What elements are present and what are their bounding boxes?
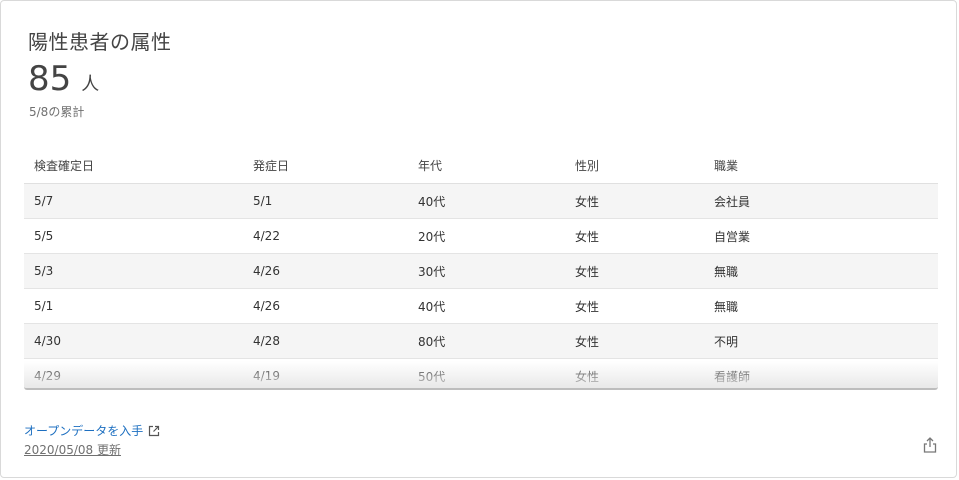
cell-age: 20代 [408, 218, 565, 254]
cell-occupation: 看護師 [704, 358, 938, 388]
table-row: 5/3 4/26 30代 女性 無職 [24, 253, 938, 289]
share-icon[interactable] [922, 436, 938, 454]
cell-age: 40代 [408, 183, 565, 219]
cell-occupation: 無職 [704, 253, 938, 289]
total-count: 85 人 [28, 59, 99, 99]
updated-date: 2020/05/08 更新 [24, 443, 121, 457]
cell-test-date: 4/29 [24, 358, 243, 388]
cell-occupation: 会社員 [704, 183, 938, 219]
card-title: 陽性患者の属性 [28, 30, 172, 54]
cell-test-date: 5/1 [24, 288, 243, 324]
cell-sex: 女性 [565, 253, 704, 289]
cell-test-date: 5/5 [24, 218, 243, 254]
cell-test-date: 5/7 [24, 183, 243, 219]
cell-onset-date: 4/22 [243, 218, 408, 254]
cell-occupation: 不明 [704, 323, 938, 359]
cell-onset-date: 4/19 [243, 358, 408, 388]
cell-sex: 女性 [565, 323, 704, 359]
cell-test-date: 5/3 [24, 253, 243, 289]
header-occupation[interactable]: 職業 [704, 147, 938, 184]
table-row: 5/7 5/1 40代 女性 会社員 [24, 183, 938, 219]
cell-sex: 女性 [565, 218, 704, 254]
count-unit: 人 [81, 74, 100, 95]
table-row: 4/30 4/28 80代 女性 不明 [24, 323, 938, 359]
header-sex[interactable]: 性別 [565, 147, 704, 184]
cell-age: 40代 [408, 288, 565, 324]
patients-table: 検査確定日 発症日 年代 性別 職業 5/7 5/1 40代 女性 会社員 5/… [24, 147, 938, 388]
header-test-date[interactable]: 検査確定日 [24, 147, 243, 184]
cell-sex: 女性 [565, 288, 704, 324]
table-header-row: 検査確定日 発症日 年代 性別 職業 [24, 147, 938, 184]
cell-occupation: 無職 [704, 288, 938, 324]
cell-sex: 女性 [565, 183, 704, 219]
cell-onset-date: 5/1 [243, 183, 408, 219]
cell-age: 80代 [408, 323, 565, 359]
patients-attributes-card: 陽性患者の属性 85 人 5/8の累計 検査確定日 発症日 年代 性別 職業 5… [0, 0, 957, 478]
cell-onset-date: 4/26 [243, 288, 408, 324]
table-row: 5/5 4/22 20代 女性 自営業 [24, 218, 938, 254]
cell-onset-date: 4/26 [243, 253, 408, 289]
open-data-label: オープンデータを入手 [24, 424, 144, 438]
header-onset-date[interactable]: 発症日 [243, 147, 408, 184]
cell-sex: 女性 [565, 358, 704, 388]
cell-age: 30代 [408, 253, 565, 289]
table-row: 5/1 4/26 40代 女性 無職 [24, 288, 938, 324]
header-age[interactable]: 年代 [408, 147, 565, 184]
cell-occupation: 自営業 [704, 218, 938, 254]
cumulative-note: 5/8の累計 [29, 105, 85, 119]
cell-onset-date: 4/28 [243, 323, 408, 359]
cell-age: 50代 [408, 358, 565, 388]
open-data-link[interactable]: オープンデータを入手 [24, 422, 160, 439]
external-link-icon [149, 425, 160, 436]
patients-table-scroll[interactable]: 検査確定日 発症日 年代 性別 職業 5/7 5/1 40代 女性 会社員 5/… [24, 147, 938, 388]
table-row: 4/29 4/19 50代 女性 看護師 [24, 358, 938, 388]
cell-test-date: 4/30 [24, 323, 243, 359]
count-number: 85 [28, 59, 72, 99]
